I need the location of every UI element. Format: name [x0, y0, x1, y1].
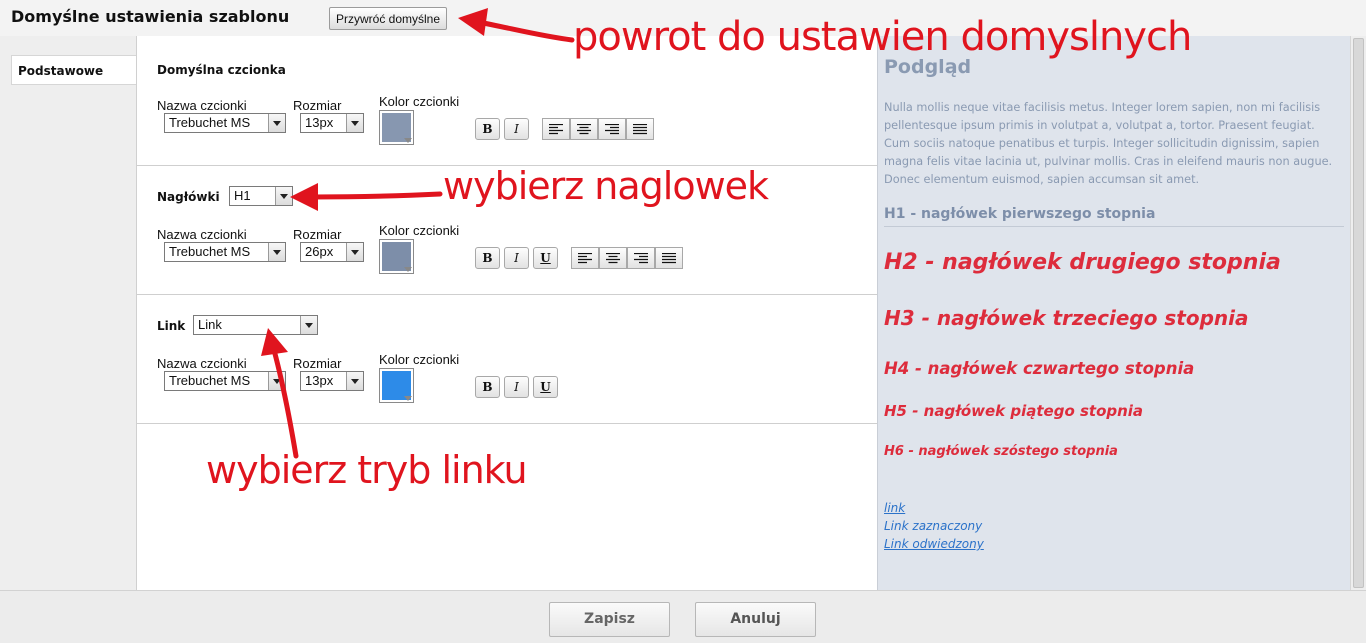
preview-h1: H1 - nagłówek pierwszego stopnia — [884, 206, 1344, 227]
chevron-down-icon — [346, 243, 363, 261]
size-select[interactable]: 26px — [300, 242, 364, 262]
dropdown-triangle-icon — [404, 138, 412, 143]
link-mode-select[interactable]: Link — [193, 315, 318, 335]
cancel-button[interactable]: Anuluj — [695, 602, 816, 637]
italic-button[interactable]: I — [504, 376, 529, 398]
preview-scrollbar[interactable] — [1350, 36, 1366, 590]
size-label: Rozmiar — [293, 227, 342, 242]
annotation-restore: powrot do ustawien domyslnych — [573, 14, 1192, 60]
annotation-link-mode: wybierz tryb linku — [206, 448, 528, 492]
font-color-label: Kolor czcionki — [379, 352, 460, 367]
align-left-button[interactable] — [571, 247, 599, 269]
preview-h4: H4 - nagłówek czwartego stopnia — [884, 359, 1195, 378]
align-left-icon — [578, 253, 592, 264]
page-title: Domyślne ustawienia szablonu — [11, 7, 290, 26]
align-justify-button[interactable] — [655, 247, 683, 269]
dropdown-triangle-icon — [404, 267, 412, 272]
align-center-button[interactable] — [599, 247, 627, 269]
font-color-picker[interactable] — [379, 239, 414, 274]
font-color-picker[interactable] — [379, 110, 414, 145]
annotation-heading: wybierz naglowek — [443, 164, 769, 208]
chevron-down-icon — [346, 114, 363, 132]
restore-defaults-button[interactable]: Przywróć domyślne — [329, 7, 448, 30]
font-name-value: Trebuchet MS — [169, 115, 251, 130]
font-name-value: Trebuchet MS — [169, 244, 251, 259]
heading-select[interactable]: H1 — [229, 186, 293, 206]
chevron-down-icon — [300, 316, 317, 334]
font-color-picker[interactable] — [379, 368, 414, 403]
settings-panel: Domyślna czcionka Nazwa czcionki Rozmiar… — [136, 36, 878, 590]
size-label: Rozmiar — [293, 98, 342, 113]
scrollbar-thumb[interactable] — [1353, 38, 1364, 588]
footer-bar: Zapisz Anuluj — [0, 590, 1366, 643]
chevron-down-icon — [268, 243, 285, 261]
font-name-select[interactable]: Trebuchet MS — [164, 113, 286, 133]
size-select[interactable]: 13px — [300, 371, 364, 391]
preview-h2: H2 - nagłówek drugiego stopnia — [884, 250, 1281, 275]
size-value: 26px — [305, 244, 334, 259]
bold-button[interactable]: B — [475, 376, 500, 398]
italic-button[interactable]: I — [504, 247, 529, 269]
align-group — [571, 247, 685, 269]
italic-button[interactable]: I — [504, 118, 529, 140]
font-name-value: Trebuchet MS — [169, 373, 251, 388]
font-name-label: Nazwa czcionki — [157, 227, 247, 242]
size-label: Rozmiar — [293, 356, 342, 371]
underline-button[interactable]: U — [533, 376, 558, 398]
underline-button[interactable]: U — [533, 247, 558, 269]
font-color-label: Kolor czcionki — [379, 94, 460, 109]
align-center-icon — [606, 253, 620, 264]
preview-link[interactable]: link — [884, 501, 905, 515]
font-color-label: Kolor czcionki — [379, 223, 460, 238]
align-justify-button[interactable] — [626, 118, 654, 140]
link-mode-value: Link — [198, 317, 222, 332]
size-value: 13px — [305, 115, 334, 130]
link-title: Link — [157, 319, 186, 333]
align-justify-icon — [662, 253, 676, 264]
align-justify-icon — [633, 124, 647, 135]
align-center-button[interactable] — [570, 118, 598, 140]
font-name-select[interactable]: Trebuchet MS — [164, 242, 286, 262]
heading-value: H1 — [234, 188, 251, 203]
preview-link-selected[interactable]: Link zaznaczony — [884, 519, 982, 533]
tab-column: Podstawowe — [0, 36, 137, 590]
bold-button[interactable]: B — [475, 118, 500, 140]
dropdown-triangle-icon — [404, 396, 412, 401]
save-button[interactable]: Zapisz — [549, 602, 670, 637]
chevron-down-icon — [346, 372, 363, 390]
preview-h6: H6 - nagłówek szóstego stopnia — [884, 444, 1118, 459]
font-name-select[interactable]: Trebuchet MS — [164, 371, 286, 391]
size-select[interactable]: 13px — [300, 113, 364, 133]
align-right-icon — [605, 124, 619, 135]
align-right-button[interactable] — [627, 247, 655, 269]
default-font-title: Domyślna czcionka — [157, 63, 286, 77]
chevron-down-icon — [268, 114, 285, 132]
bold-button[interactable]: B — [475, 247, 500, 269]
font-name-label: Nazwa czcionki — [157, 356, 247, 371]
align-right-icon — [634, 253, 648, 264]
font-name-label: Nazwa czcionki — [157, 98, 247, 113]
preview-panel: Podgląd Nulla mollis neque vitae facilis… — [877, 36, 1350, 590]
chevron-down-icon — [275, 187, 292, 205]
align-right-button[interactable] — [598, 118, 626, 140]
link-section: Link Link Nazwa czcionki Rozmiar Kolor c… — [137, 295, 878, 424]
chevron-down-icon — [268, 372, 285, 390]
size-value: 13px — [305, 373, 334, 388]
preview-paragraph: Nulla mollis neque vitae facilisis metus… — [884, 101, 1333, 186]
align-center-icon — [577, 124, 591, 135]
align-left-icon — [549, 124, 563, 135]
headings-title: Nagłówki — [157, 190, 220, 204]
preview-h5: H5 - nagłówek piątego stopnia — [884, 402, 1144, 420]
align-left-button[interactable] — [542, 118, 570, 140]
preview-link-visited[interactable]: Link odwiedzony — [884, 537, 984, 551]
align-group — [542, 118, 656, 140]
preview-h3: H3 - nagłówek trzeciego stopnia — [884, 306, 1249, 330]
tab-basic[interactable]: Podstawowe — [11, 55, 137, 85]
